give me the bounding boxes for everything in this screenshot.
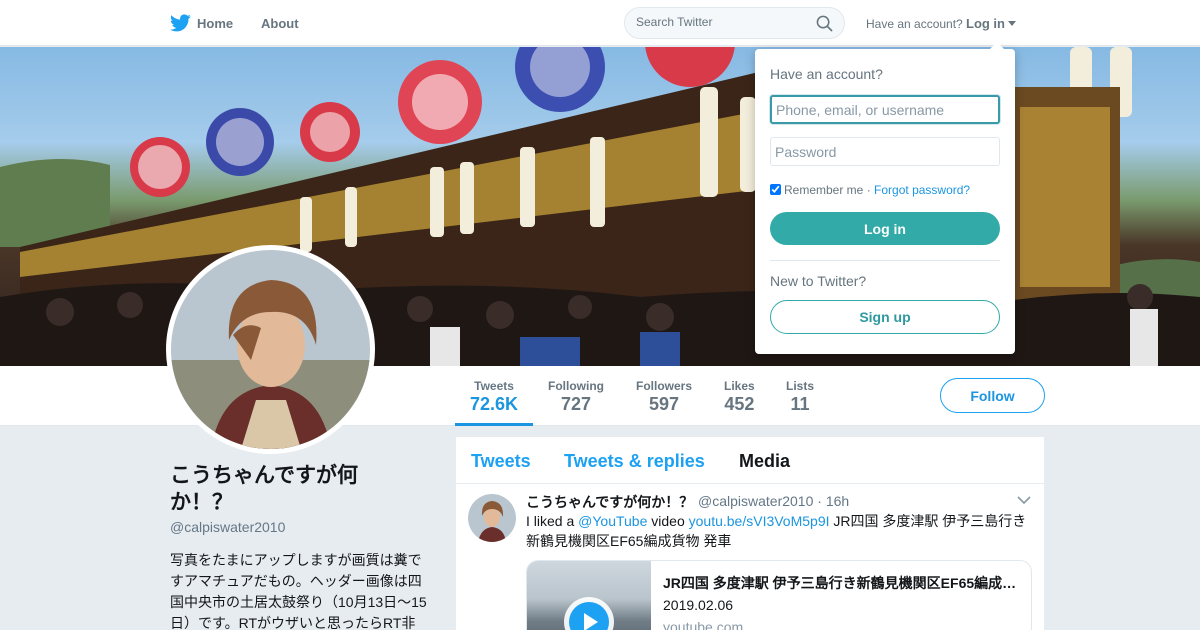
search-input[interactable]	[636, 15, 816, 29]
stat-label: Likes	[724, 379, 755, 393]
avatar-portrait-image	[171, 250, 370, 449]
dropdown-title: Have an account?	[770, 66, 883, 82]
stat-lists[interactable]: Lists 11	[786, 379, 814, 415]
tweet-avatar-image	[468, 494, 516, 542]
stat-label: Tweets	[474, 379, 514, 393]
stat-label: Following	[548, 379, 604, 393]
tweet-text-part: video	[647, 513, 689, 529]
tweet-time[interactable]: · 16h	[817, 493, 849, 509]
caret-down-icon[interactable]	[1008, 21, 1016, 26]
signup-button[interactable]: Sign up	[770, 300, 1000, 334]
nav-about-link[interactable]: About	[261, 16, 299, 31]
tab-tweets[interactable]: Tweets	[471, 451, 531, 472]
profile-avatar[interactable]	[166, 245, 375, 454]
stat-value: 727	[560, 394, 592, 414]
stat-value: 72.6K	[470, 394, 519, 414]
tweet-avatar[interactable]	[468, 494, 516, 542]
profile-name: こうちゃんですが何か！？	[170, 464, 358, 514]
card-thumbnail	[527, 561, 651, 630]
timeline: Tweets Tweets & replies Media こうちゃんですが何か…	[456, 437, 1044, 630]
have-account-text: Have an account?	[866, 17, 963, 31]
play-icon	[569, 602, 609, 630]
profile-bio: 写真をたまにアップしますが画質は糞ですアマチュアだもの。ヘッダー画像は四国中央市…	[170, 552, 427, 630]
new-to-twitter-text: New to Twitter?	[770, 273, 867, 289]
tweet-url-link[interactable]: youtu.be/sVI3VoM5p9I	[689, 513, 830, 529]
remember-label[interactable]: Remember me	[784, 183, 863, 197]
dropdown-arrow	[990, 42, 1004, 49]
tweet-author-handle[interactable]: @calpiswater2010	[698, 493, 813, 509]
login-menu-link[interactable]: Log in	[966, 16, 1005, 31]
stat-following[interactable]: Following 727	[548, 379, 604, 415]
tweet-author-name[interactable]: こうちゃんですが何か！？	[526, 492, 693, 512]
follow-button[interactable]: Follow	[940, 378, 1045, 413]
login-button[interactable]: Log in	[770, 212, 1000, 245]
tweet-text-part: I liked a	[526, 513, 579, 529]
stat-value: 597	[648, 394, 680, 414]
forgot-password-link[interactable]: Forgot password?	[874, 183, 970, 197]
username-input[interactable]	[770, 95, 1000, 124]
link-card[interactable]: JR四国 多度津駅 伊予三島行き新鶴見機関区EF65編成貨物 発車 2019.0…	[526, 560, 1032, 630]
password-input[interactable]	[770, 137, 1000, 166]
tweet-mention-link[interactable]: @YouTube	[578, 513, 647, 529]
tweet-text: I liked a @YouTube video youtu.be/sVI3Vo…	[526, 511, 1036, 551]
profile-handle[interactable]: @calpiswater2010	[170, 519, 285, 535]
search-box	[624, 7, 845, 39]
separator-dot: ·	[866, 183, 871, 197]
stat-value: 11	[790, 394, 810, 414]
stat-label: Followers	[636, 379, 693, 393]
login-dropdown: Have an account? Remember me · Forgot pa…	[755, 42, 1015, 354]
card-description: 2019.02.06	[663, 597, 734, 613]
active-tab-underline	[455, 423, 533, 426]
search-icon[interactable]	[816, 15, 833, 32]
top-nav: Home About Have an account? Log in	[0, 0, 1200, 46]
card-domain: youtube.com	[663, 619, 744, 630]
play-button[interactable]	[564, 597, 614, 630]
stat-value: 452	[724, 394, 755, 414]
tab-tweets-replies[interactable]: Tweets & replies	[564, 451, 705, 472]
stat-tweets[interactable]: Tweets 72.6K	[470, 379, 518, 415]
timeline-tabs: Tweets Tweets & replies Media	[456, 437, 1044, 484]
tweet-author-meta[interactable]: @calpiswater2010 · 16h	[698, 493, 849, 509]
tab-media[interactable]: Media	[739, 451, 790, 472]
stat-label: Lists	[786, 379, 815, 393]
twitter-bird-icon[interactable]	[170, 14, 191, 32]
remember-row: Remember me · Forgot password?	[770, 183, 970, 197]
card-title: JR四国 多度津駅 伊予三島行き新鶴見機関区EF65編成貨物 発車	[663, 575, 1023, 591]
dropdown-divider	[770, 260, 1000, 261]
stat-followers[interactable]: Followers 597	[636, 379, 692, 415]
nav-home-link[interactable]: Home	[197, 16, 233, 31]
stat-likes[interactable]: Likes 452	[724, 379, 755, 415]
chevron-down-icon[interactable]	[1017, 496, 1031, 505]
remember-checkbox[interactable]	[770, 184, 781, 195]
